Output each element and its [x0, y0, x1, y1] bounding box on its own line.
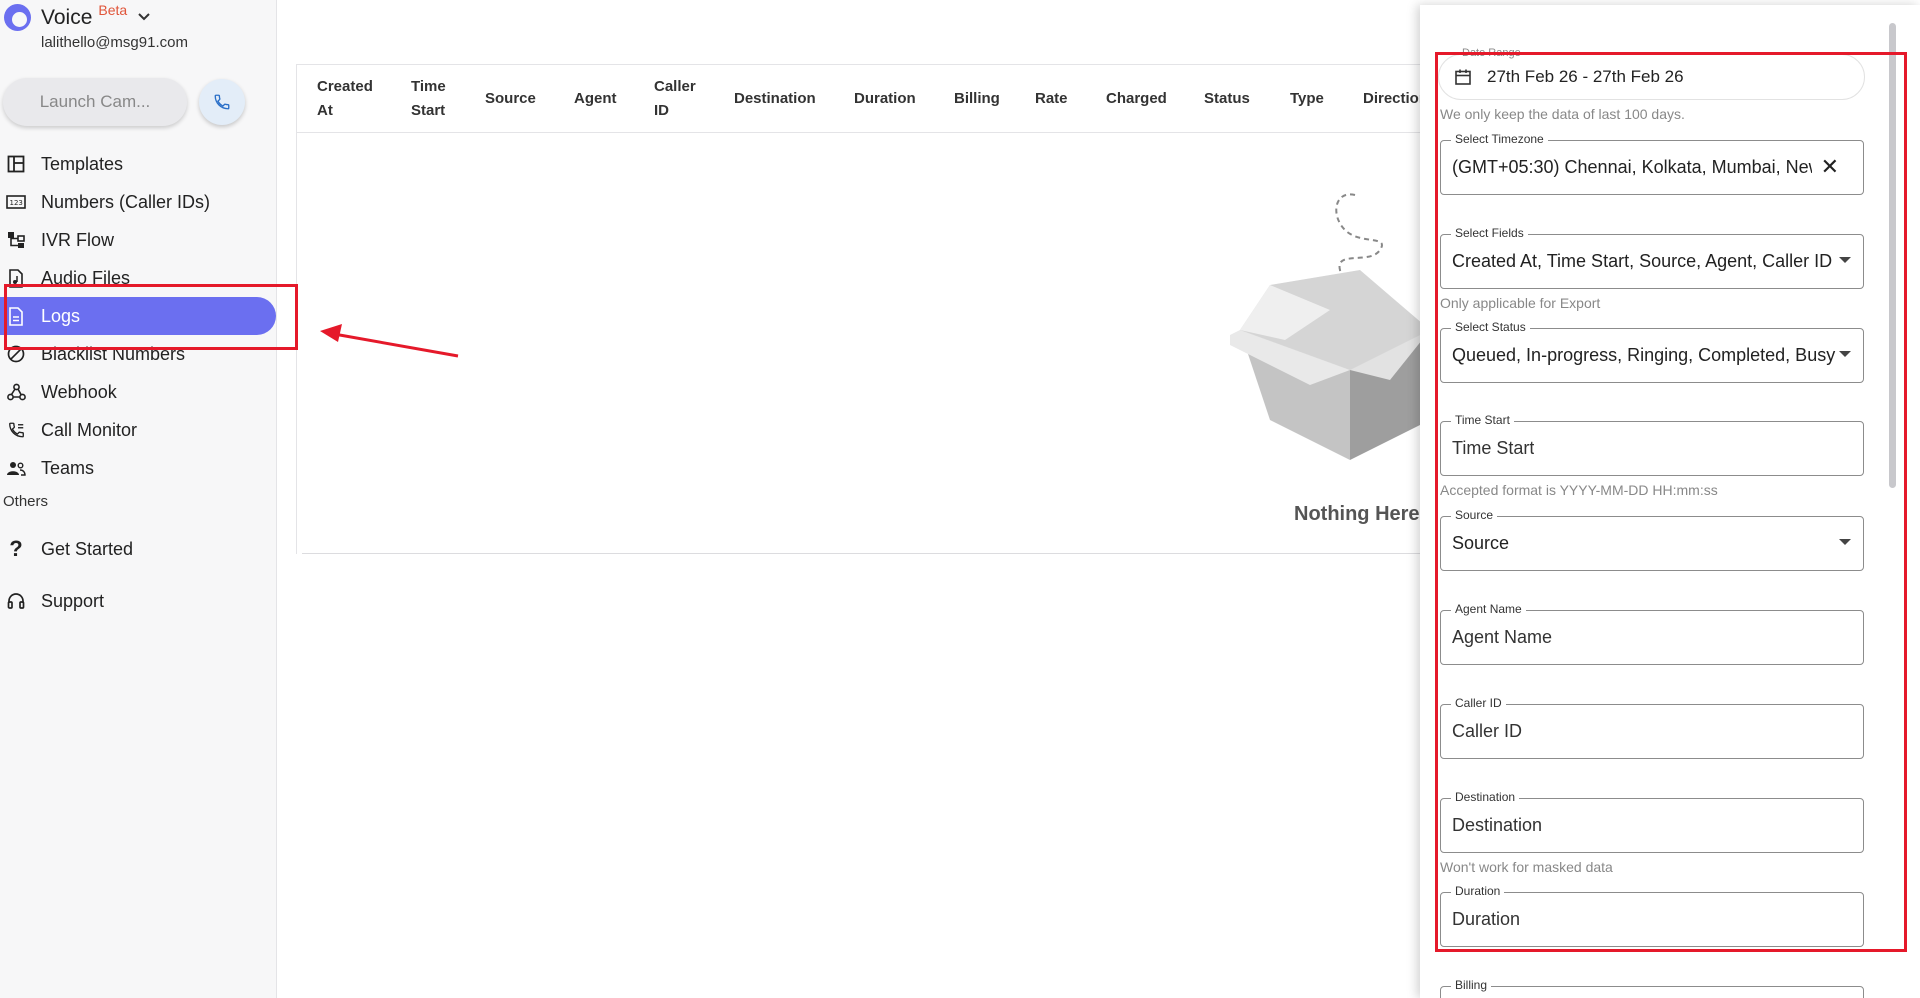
beta-badge: Beta	[98, 1, 128, 18]
question-icon: ?	[9, 536, 23, 561]
annotation-highlight-filters	[1435, 52, 1907, 952]
empty-state-message: Nothing Here	[1294, 503, 1420, 525]
sidebar-item-call-monitor[interactable]: Call Monitor	[0, 411, 277, 449]
template-icon	[6, 154, 26, 174]
launch-row: Launch Cam...	[3, 78, 245, 126]
sidebar-item-ivr-flow[interactable]: IVR Flow	[0, 221, 277, 259]
section-others-label: Others	[3, 493, 49, 510]
app-root: Voice Beta lalithello@msg91.com Launch C…	[0, 0, 1920, 998]
sidebar: Voice Beta lalithello@msg91.com Launch C…	[0, 0, 277, 998]
sidebar-item-label: Teams	[41, 457, 95, 478]
column-header[interactable]: Agent	[574, 65, 617, 133]
teams-icon	[6, 458, 26, 478]
column-header[interactable]: Source	[485, 65, 536, 133]
billing-label: Billing	[1451, 978, 1492, 992]
column-header[interactable]: Duration	[854, 65, 916, 133]
column-header[interactable]: Destination	[734, 65, 816, 133]
sidebar-item-label: Get Started	[41, 538, 134, 559]
sidebar-item-support[interactable]: Support	[0, 575, 277, 627]
sidebar-nav: Templates 123 Numbers (Caller IDs) IVR F…	[0, 145, 277, 627]
sidebar-item-teams[interactable]: Teams	[0, 449, 277, 487]
flow-icon	[6, 230, 26, 250]
headset-icon	[6, 591, 26, 611]
account-email: lalithello@msg91.com	[41, 34, 188, 51]
brand-switcher[interactable]: Voice Beta	[4, 1, 151, 31]
column-header[interactable]: Charged	[1106, 65, 1167, 133]
annotation-arrow-icon	[320, 324, 459, 358]
phone-icon	[214, 94, 230, 110]
call-monitor-icon	[6, 420, 26, 440]
sidebar-item-numbers[interactable]: 123 Numbers (Caller IDs)	[0, 183, 277, 221]
column-header[interactable]: Caller ID	[654, 65, 704, 133]
column-header[interactable]: Type	[1290, 65, 1324, 133]
column-header[interactable]: Status	[1204, 65, 1250, 133]
svg-text:123: 123	[10, 199, 23, 207]
sidebar-item-get-started[interactable]: ? Get Started	[0, 523, 277, 575]
sidebar-item-label: Call Monitor	[41, 419, 138, 440]
sidebar-item-templates[interactable]: Templates	[0, 145, 277, 183]
billing-input[interactable]: Billing	[1440, 978, 1864, 998]
table-divider	[302, 553, 1422, 554]
chevron-down-icon[interactable]	[137, 9, 151, 26]
sidebar-item-label: Numbers (Caller IDs)	[41, 191, 211, 212]
sidebar-item-label: Templates	[41, 153, 124, 174]
webhook-icon	[6, 382, 26, 402]
voice-logo-icon	[4, 4, 31, 31]
launch-campaign-button[interactable]: Launch Cam...	[3, 78, 187, 126]
sidebar-item-label: Webhook	[41, 381, 117, 402]
sidebar-item-label: IVR Flow	[41, 229, 115, 250]
column-header[interactable]: Created At	[317, 65, 383, 133]
column-header[interactable]: Direction	[1363, 65, 1428, 133]
column-header[interactable]: Billing	[954, 65, 1000, 133]
column-header[interactable]: Time Start	[411, 65, 457, 133]
empty-box-illustration	[1230, 193, 1430, 460]
sidebar-item-webhook[interactable]: Webhook	[0, 373, 277, 411]
column-header[interactable]: Rate	[1035, 65, 1068, 133]
brand-title: Voice	[41, 5, 93, 29]
call-button[interactable]	[199, 79, 245, 125]
sidebar-item-label: Support	[41, 590, 105, 611]
numbers-icon: 123	[6, 192, 26, 212]
annotation-highlight-logs	[4, 284, 298, 350]
